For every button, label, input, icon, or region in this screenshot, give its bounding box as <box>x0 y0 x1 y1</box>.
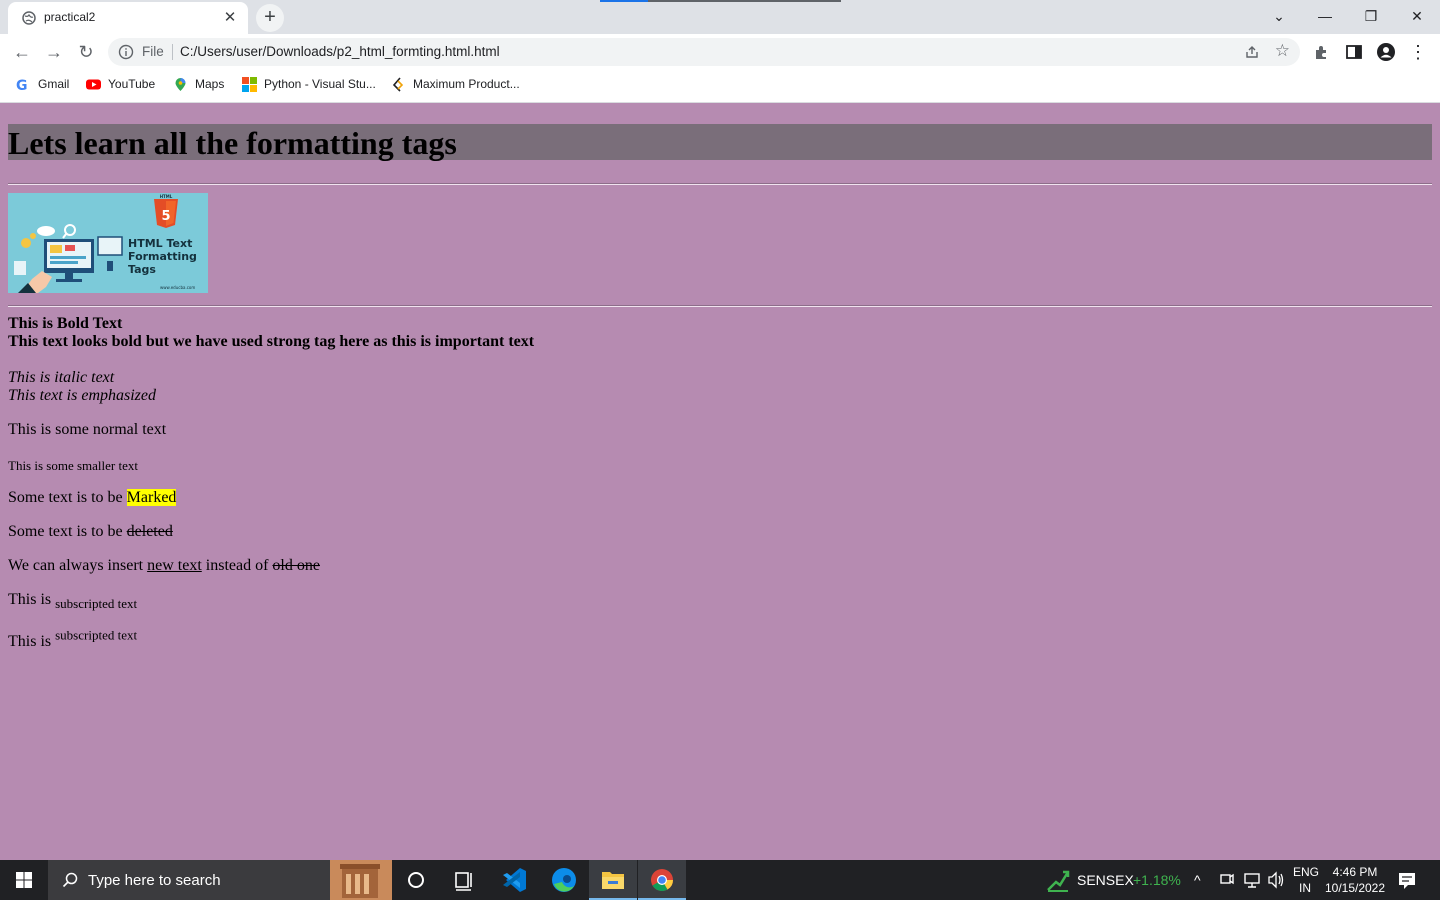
input-language-indicator[interactable]: ENG IN <box>1293 864 1319 896</box>
address-bar[interactable]: File C:/Users/user/Downloads/p2_html_for… <box>108 38 1300 66</box>
network-icon[interactable] <box>1242 860 1262 900</box>
microsoft-icon <box>242 77 257 92</box>
page-load-indicator <box>600 0 841 2</box>
page-viewport: Lets learn all the formatting tags 5 HTM… <box>0 104 1440 860</box>
horizontal-rule <box>8 305 1432 307</box>
bookmark-gmail[interactable]: G Gmail <box>16 74 76 94</box>
info-icon[interactable] <box>118 44 134 60</box>
gmail-icon: G <box>16 78 28 92</box>
taskbar-clock[interactable]: 4:46 PM 10/15/2022 <box>1322 864 1388 896</box>
bookmarks-bar: G Gmail YouTube Maps Python - Visual Stu… <box>0 70 1440 98</box>
taskbar-search-box[interactable]: Type here to search <box>48 860 392 900</box>
notifications-icon[interactable] <box>1396 860 1418 900</box>
profile-avatar-icon[interactable] <box>1376 42 1396 62</box>
code-icon <box>392 77 404 92</box>
html5-badge-label: HTML <box>160 194 173 199</box>
stock-chart-icon[interactable] <box>1044 860 1072 900</box>
new-tab-button[interactable]: + <box>256 4 284 32</box>
tab-strip: practical2 ✕ + ⌄ — ❐ ✕ <box>0 0 1440 34</box>
cortana-icon[interactable] <box>392 860 440 900</box>
small-text: This is some smaller text <box>8 458 138 473</box>
chrome-taskbar-button[interactable] <box>638 860 686 900</box>
page-heading: Lets learn all the formatting tags <box>8 124 1432 161</box>
volume-icon[interactable] <box>1266 860 1286 900</box>
chrome-divider <box>0 98 1440 103</box>
tab-search-icon[interactable]: ⌄ <box>1256 2 1302 30</box>
windows-start-icon[interactable] <box>0 860 48 900</box>
menu-kebab-icon[interactable]: ⋮ <box>1404 38 1432 66</box>
banner-caption: HTML Text Formatting Tags <box>128 237 197 276</box>
clock-time: 4:46 PM <box>1332 865 1378 879</box>
vscode-icon[interactable] <box>490 860 538 900</box>
normal-text: This is some normal text <box>8 421 167 438</box>
html5-badge-number: 5 <box>161 209 170 224</box>
search-highlight-image <box>330 860 392 900</box>
bold-text: This is Bold Text <box>8 315 123 332</box>
url-text[interactable]: C:/Users/user/Downloads/p2_html_formting… <box>180 44 500 59</box>
chrome-icon <box>651 869 673 891</box>
meet-now-icon[interactable] <box>1218 860 1236 900</box>
inserted-text: new text <box>147 557 202 574</box>
youtube-icon <box>86 79 101 90</box>
bookmark-youtube[interactable]: YouTube <box>86 74 160 94</box>
marked-text: Marked <box>126 489 177 506</box>
extensions-icon[interactable] <box>1312 42 1332 62</box>
inserted-paragraph: We can always insert new text instead of… <box>8 557 320 574</box>
svg-text:G: G <box>16 78 28 92</box>
mark-paragraph: Some text is to be Marked <box>8 489 177 506</box>
italic-text: This is italic text <box>8 369 115 386</box>
superscript-paragraph: This is subscripted text <box>8 627 138 650</box>
back-button[interactable]: ← <box>8 38 36 66</box>
side-panel-icon[interactable] <box>1344 42 1364 62</box>
close-window-button[interactable]: ✕ <box>1394 2 1440 30</box>
windows-taskbar: Type here to search SENSEX +1.18% ^ ENG … <box>0 860 1440 900</box>
maps-icon <box>175 78 186 91</box>
subscript-text: subscripted text <box>55 596 138 612</box>
address-separator <box>172 44 173 60</box>
sensex-label[interactable]: SENSEX <box>1077 872 1134 888</box>
scheme-label: File <box>142 44 164 59</box>
superscript-text: subscripted text <box>55 627 138 643</box>
close-tab-icon[interactable]: ✕ <box>220 8 240 28</box>
banner-footer-url: www.educba.com <box>160 285 196 290</box>
html-formatting-banner-image: 5 HTML HTML Text Formatting Tags www.edu… <box>8 193 208 293</box>
clock-date: 10/15/2022 <box>1324 881 1386 895</box>
search-placeholder: Type here to search <box>88 872 221 889</box>
globe-icon <box>22 11 36 25</box>
sensex-value[interactable]: +1.18% <box>1133 872 1181 888</box>
bookmark-maps[interactable]: Maps <box>173 74 229 94</box>
restore-button[interactable]: ❐ <box>1348 2 1394 30</box>
minimize-button[interactable]: — <box>1302 2 1348 30</box>
file-explorer-button[interactable] <box>589 860 637 900</box>
tab-title: practical2 <box>44 10 96 24</box>
subscript-paragraph: This is subscripted text <box>8 591 138 612</box>
edge-icon[interactable] <box>540 860 588 900</box>
share-icon[interactable] <box>1244 44 1260 60</box>
reload-button[interactable]: ↻ <box>72 38 100 66</box>
show-hidden-icons-chevron-icon[interactable]: ^ <box>1194 860 1212 900</box>
old-text: old one <box>272 557 320 574</box>
file-explorer-icon <box>602 872 624 889</box>
deleted-text: deleted <box>126 523 173 540</box>
emphasized-text: This text is emphasized <box>8 387 156 404</box>
bookmark-star-icon[interactable]: ☆ <box>1275 41 1290 61</box>
deleted-paragraph: Some text is to be deleted <box>8 523 173 540</box>
bookmark-python-visual-studio[interactable]: Python - Visual Stu... <box>242 74 378 94</box>
search-icon <box>62 872 78 888</box>
browser-toolbar: ← → ↻ File C:/Users/user/Downloads/p2_ht… <box>0 34 1440 70</box>
strong-text: This text looks bold but we have used st… <box>8 333 535 350</box>
forward-button[interactable]: → <box>40 38 68 66</box>
task-view-icon[interactable] <box>440 860 488 900</box>
bookmark-maximum-product[interactable]: Maximum Product... <box>391 74 525 94</box>
horizontal-rule <box>8 183 1432 185</box>
tab-practical2[interactable]: practical2 ✕ <box>8 2 248 34</box>
